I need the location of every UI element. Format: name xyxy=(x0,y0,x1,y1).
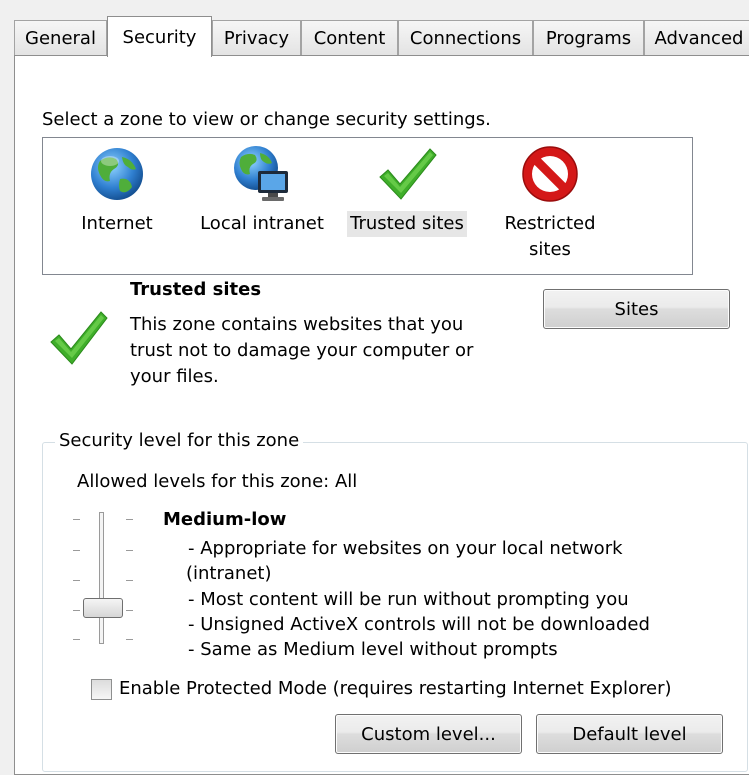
zone-label: Internet xyxy=(81,213,153,234)
allowed-levels-label: Allowed levels for this zone: All xyxy=(77,471,358,492)
level-desc-line: - Same as Medium level without prompts xyxy=(188,639,558,660)
tab-connections[interactable]: Connections xyxy=(398,20,533,56)
zone-internet[interactable]: Internet xyxy=(72,143,162,237)
zone-label: Trusted sites xyxy=(347,211,467,237)
zone-label-line1: Restricted xyxy=(504,213,596,234)
zone-info-title: Trusted sites xyxy=(130,279,262,300)
tab-label: Content xyxy=(313,28,386,49)
green-check-icon xyxy=(50,311,108,365)
zone-prompt: Select a zone to view or change security… xyxy=(42,109,491,130)
tab-programs[interactable]: Programs xyxy=(533,20,644,56)
tab-label: Programs xyxy=(545,28,632,49)
protected-mode-checkbox[interactable] xyxy=(91,679,112,700)
tab-general[interactable]: General xyxy=(14,20,107,56)
custom-level-button[interactable]: Custom level... xyxy=(335,714,522,754)
tab-privacy[interactable]: Privacy xyxy=(212,20,301,56)
protected-mode-label[interactable]: Enable Protected Mode (requires restarti… xyxy=(119,678,672,699)
tab-content[interactable]: Content xyxy=(301,20,398,56)
globe-icon xyxy=(91,148,143,200)
zone-trusted-sites[interactable]: Trusted sites xyxy=(343,143,471,237)
zone-local-intranet[interactable]: Local intranet xyxy=(194,143,330,237)
level-desc-line: - Appropriate for websites on your local… xyxy=(188,538,623,559)
zone-info-desc-line3: your files. xyxy=(130,366,219,387)
tab-label: Security xyxy=(122,26,197,48)
tab-label: Advanced xyxy=(654,28,744,49)
green-check-icon xyxy=(379,148,437,200)
level-desc-line: - Unsigned ActiveX controls will not be … xyxy=(188,614,650,635)
zone-label-line2: sites xyxy=(529,239,571,260)
tab-bar: General Security Privacy Content Connect… xyxy=(14,16,749,57)
security-level-name: Medium-low xyxy=(163,509,287,530)
zone-label: Local intranet xyxy=(200,213,324,234)
tab-advanced[interactable]: Advanced xyxy=(644,20,749,56)
level-desc-line: - Most content will be run without promp… xyxy=(188,589,629,610)
tab-label: General xyxy=(25,28,96,49)
zone-info-desc-line1: This zone contains websites that you xyxy=(130,314,464,335)
tab-security[interactable]: Security xyxy=(107,16,212,57)
zone-restricted-sites[interactable]: Restricted sites xyxy=(495,143,605,263)
security-level-group-label: Security level for this zone xyxy=(55,430,304,451)
slider-track xyxy=(99,512,104,644)
default-level-button[interactable]: Default level xyxy=(536,714,723,754)
slider-thumb[interactable] xyxy=(83,598,123,618)
security-level-slider[interactable] xyxy=(70,512,140,648)
no-entry-icon xyxy=(522,146,578,202)
tab-label: Connections xyxy=(409,28,522,49)
globe-computer-icon xyxy=(234,146,288,201)
level-desc-line: (intranet) xyxy=(186,563,272,584)
zone-info-desc-line2: trust not to damage your computer or xyxy=(130,340,474,361)
sites-button[interactable]: Sites xyxy=(543,289,730,329)
tab-label: Privacy xyxy=(223,28,290,49)
